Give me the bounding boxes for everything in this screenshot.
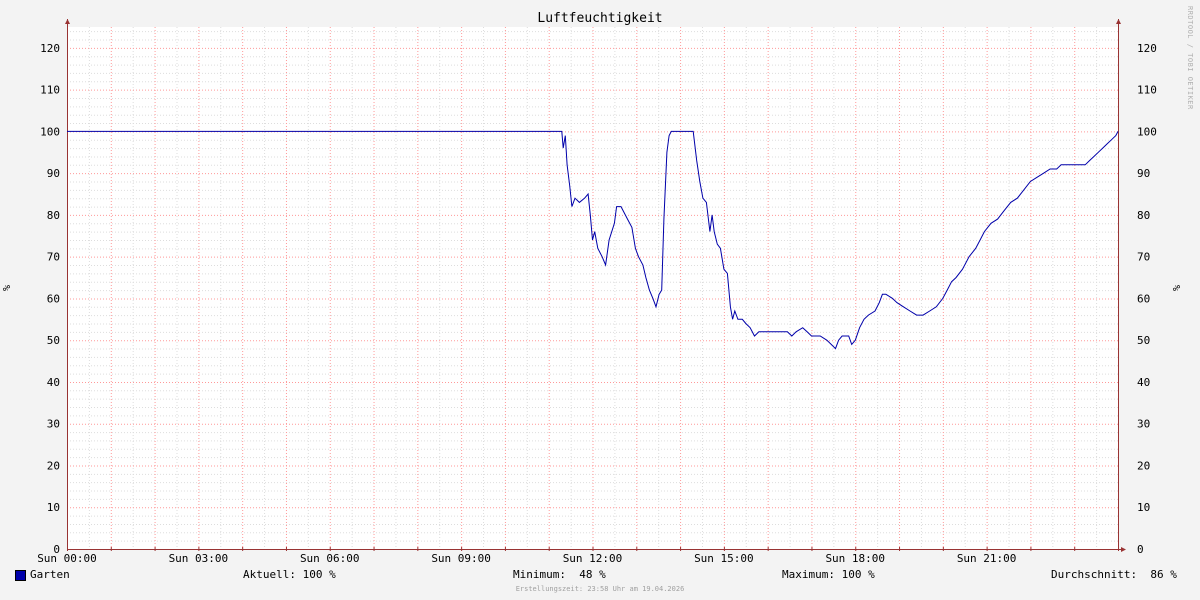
y-tick-label-right: 20 xyxy=(1137,459,1150,472)
y-tick-label-left: 40 xyxy=(47,376,60,389)
y-axis-label-left: % xyxy=(2,285,13,291)
y-tick-label-left: 60 xyxy=(47,292,60,305)
y-tick-label-left: 90 xyxy=(47,167,60,180)
x-tick-label: Sun 09:00 xyxy=(431,552,491,565)
y-tick-label-left: 50 xyxy=(47,334,60,347)
y-tick-label-right: 30 xyxy=(1137,418,1150,431)
x-tick-label: Sun 06:00 xyxy=(300,552,360,565)
humidity-chart: 0 010 1020 2030 3040 4050 5060 6070 7080 8090 9010… xyxy=(2,19,1183,565)
y-tick-label-right: 100 xyxy=(1137,125,1157,138)
chart-window: Luftfeuchtigkeit RRDTOOL / TOBI OETIKER … xyxy=(0,0,1200,600)
y-tick-label-left: 20 xyxy=(47,459,60,472)
y-tick-label-left: 110 xyxy=(40,84,60,97)
x-tick-label: Sun 00:00 xyxy=(37,552,97,565)
y-tick-label-right: 50 xyxy=(1137,334,1150,347)
legend-minimum: Minimum: 48 % xyxy=(513,568,606,581)
y-tick-label-right: 40 xyxy=(1137,376,1150,389)
x-tick-label: Sun 03:00 xyxy=(169,552,229,565)
x-axis-arrow xyxy=(1121,547,1126,552)
y-tick-label-right: 70 xyxy=(1137,251,1150,264)
y-tick-label-right: 90 xyxy=(1137,167,1150,180)
y-tick-label-right: 10 xyxy=(1137,501,1150,514)
x-tick-label: Sun 12:00 xyxy=(563,552,623,565)
legend-maximum: Maximum: 100 % xyxy=(782,568,875,581)
x-tick-label: Sun 21:00 xyxy=(957,552,1017,565)
y-tick-label-left: 120 xyxy=(40,42,60,55)
y-tick-label-right: 110 xyxy=(1137,84,1157,97)
x-tick-label: Sun 15:00 xyxy=(694,552,754,565)
y-tick-label-right: 0 xyxy=(1137,543,1144,556)
legend-swatch xyxy=(15,570,26,581)
y-tick-label-right: 80 xyxy=(1137,209,1150,222)
y-tick-label-left: 80 xyxy=(47,209,60,222)
legend-average: Durchschnitt: 86 % xyxy=(1051,568,1177,581)
x-tick-label: Sun 18:00 xyxy=(825,552,885,565)
y-axis-left-arrow xyxy=(65,19,70,24)
y-tick-label-right: 60 xyxy=(1137,292,1150,305)
y-tick-label-left: 100 xyxy=(40,125,60,138)
creation-time: Erstellungszeit: 23:58 Uhr am 19.04.2026 xyxy=(515,585,685,593)
y-tick-label-left: 10 xyxy=(47,501,60,514)
y-tick-label-right: 120 xyxy=(1137,42,1157,55)
y-tick-label-left: 30 xyxy=(47,418,60,431)
legend-current: Aktuell: 100 % xyxy=(243,568,336,581)
legend-series-name: Garten xyxy=(30,568,70,581)
y-axis-label-right: % xyxy=(1172,285,1183,291)
y-tick-label-left: 70 xyxy=(47,251,60,264)
legend-row: Garten Aktuell: 100 % Minimum: 48 % Maxi… xyxy=(0,566,1200,584)
y-axis-right-arrow xyxy=(1116,19,1121,24)
